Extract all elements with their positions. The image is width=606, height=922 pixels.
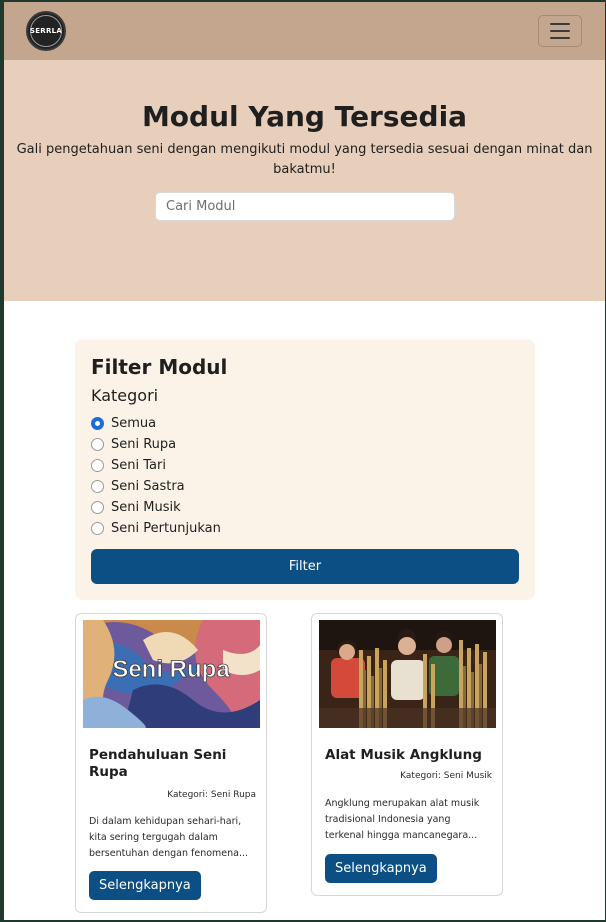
hamburger-menu-icon [550,23,570,25]
page: SERRLA Modul Yang Tersedia Gali pengetah… [4,2,605,920]
filter-button[interactable]: Filter [91,549,519,584]
category-radio-group: Semua Seni Rupa Seni Tari Seni Sastra Se… [91,413,221,539]
hero-section: Modul Yang Tersedia Gali pengetahuan sen… [4,60,605,301]
search-input[interactable] [155,192,455,221]
card-description: Di dalam kehidupan sehari-hari, kita ser… [89,816,249,859]
read-more-button[interactable]: Selengkapnya [325,854,437,883]
radio-option-seni-tari[interactable]: Seni Tari [91,455,221,476]
menu-toggle-button[interactable] [538,15,582,47]
module-image-angklung [319,620,496,728]
radio-label: Seni Tari [111,458,166,473]
card-category: Kategori: Seni Musik [400,771,492,781]
radio-button[interactable] [91,501,104,514]
card-description: Angklung merupakan alat musik tradisiona… [325,798,480,841]
radio-label: Seni Sastra [111,479,185,494]
card-title: Alat Musik Angklung [325,747,482,763]
page-title: Modul Yang Tersedia [141,100,468,133]
radio-button[interactable] [91,438,104,451]
filter-panel: Filter Modul Kategori Semua Seni Rupa Se… [75,339,535,600]
card-title: Pendahuluan Seni Rupa [89,747,227,780]
abstract-painting-image: Seni Rupa [83,620,260,728]
logo-text: SERRLA [29,27,63,35]
image-caption: Seni Rupa [112,656,230,683]
radio-option-semua[interactable]: Semua [91,413,221,434]
page-subtitle: Gali pengetahuan seni dengan mengikuti m… [16,142,593,177]
angklung-photo-image [319,620,496,728]
radio-label: Seni Musik [111,500,181,515]
radio-label: Seni Pertunjukan [111,521,221,536]
navbar: SERRLA [4,2,605,60]
radio-option-seni-sastra[interactable]: Seni Sastra [91,476,221,497]
module-card-angklung: Alat Musik Angklung Kategori: Seni Musik… [311,613,503,896]
radio-button-checked[interactable] [91,417,104,430]
card-category: Kategori: Seni Rupa [167,790,256,800]
radio-button[interactable] [91,459,104,472]
category-label: Kategori [91,386,159,405]
hamburger-menu-icon-bar [550,37,570,39]
radio-option-seni-rupa[interactable]: Seni Rupa [91,434,221,455]
radio-button[interactable] [91,480,104,493]
radio-option-seni-musik[interactable]: Seni Musik [91,497,221,518]
hamburger-menu-icon-bar [550,30,570,32]
read-more-button[interactable]: Selengkapnya [89,871,201,900]
radio-button[interactable] [91,522,104,535]
radio-label: Semua [111,416,157,431]
module-image-seni-rupa: Seni Rupa [83,620,260,728]
logo-ring: SERRLA [30,15,62,47]
logo[interactable]: SERRLA [26,11,66,51]
filter-title: Filter Modul [91,355,228,379]
radio-label: Seni Rupa [111,437,177,452]
radio-option-seni-pertunjukan[interactable]: Seni Pertunjukan [91,518,221,539]
module-card-seni-rupa: Seni Rupa Pendahuluan Seni Rupa Kategori… [75,613,267,913]
